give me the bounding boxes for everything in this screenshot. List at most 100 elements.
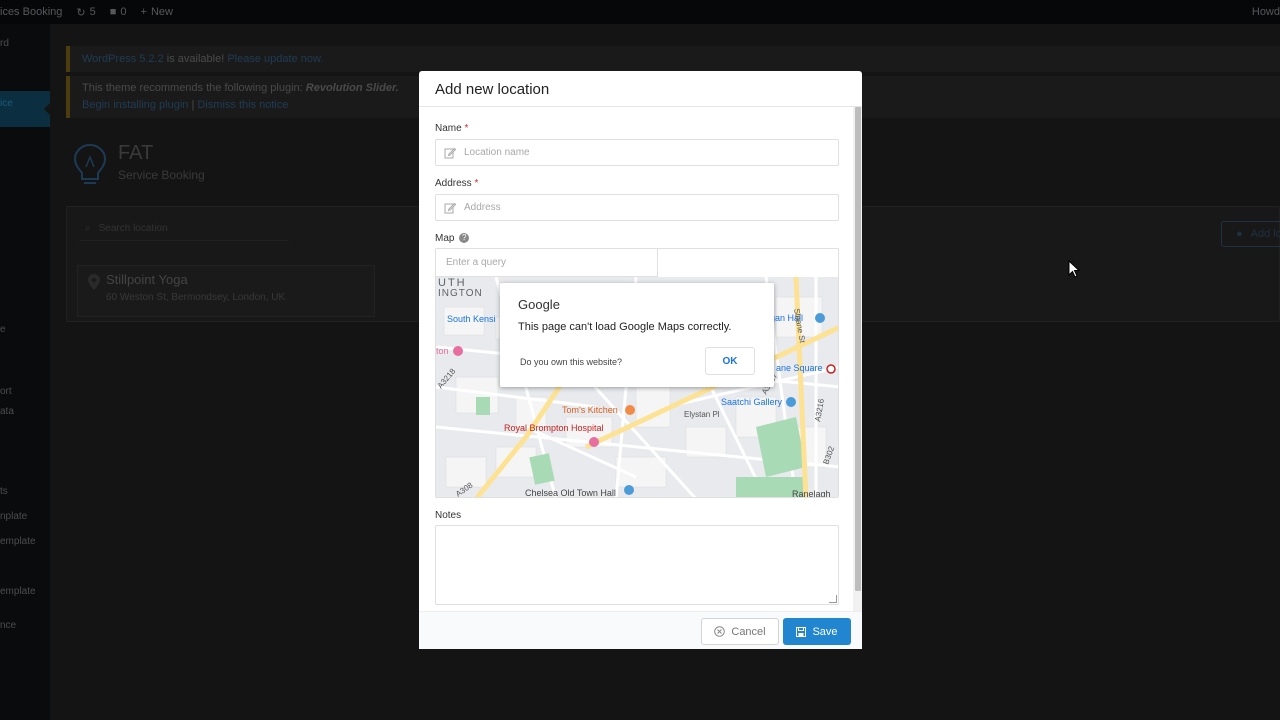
admin-bar: ices Booking ↻ 5 ■ 0 + New Howd: [0, 0, 1280, 24]
pin-icon-royal-brompton[interactable]: [589, 437, 599, 447]
resize-grip-icon[interactable]: [829, 595, 837, 603]
help-icon[interactable]: ?: [459, 233, 470, 244]
user-icon: ●: [1236, 228, 1243, 240]
update-notice: WordPress 5.2.2 is available! Please upd…: [66, 46, 1280, 72]
map-query-placeholder: Enter a query: [446, 257, 507, 268]
map-label-ranelagh: Ranelagh: [792, 489, 831, 498]
sidebar-item-nce[interactable]: nce: [0, 620, 50, 640]
admin-bar-site-name[interactable]: ices Booking: [0, 6, 62, 18]
map-label-text: Map: [435, 233, 455, 244]
comments-count: 0: [120, 6, 127, 18]
search-icon: ⌕: [85, 223, 91, 234]
howdy-label[interactable]: Howd: [1252, 6, 1280, 18]
sidebar-item-template-3[interactable]: emplate: [0, 586, 50, 606]
brand-title: FAT: [118, 142, 154, 164]
fat-logo: FAT Service Booking: [72, 142, 232, 190]
sidebar-item-template-2[interactable]: emplate: [0, 536, 50, 556]
map-widget[interactable]: Enter a query UTH INGTON South Kensi ton…: [435, 248, 839, 498]
map-label-sloane-square: ane Square: [776, 363, 823, 373]
map-label-toms-kitchen: Tom's Kitchen: [562, 405, 618, 415]
sidebar-item-data[interactable]: ata: [0, 406, 50, 426]
name-label: Name *: [435, 123, 468, 134]
cancel-button[interactable]: Cancel: [701, 618, 779, 645]
cancel-label: Cancel: [731, 625, 766, 638]
admin-bar-account[interactable]: Howd: [1252, 0, 1280, 24]
sidebar-item-service[interactable]: ice: [0, 98, 50, 118]
wordpress-version-link[interactable]: WordPress 5.2.2: [82, 53, 164, 65]
lightbulb-icon: [73, 143, 107, 184]
notes-textarea[interactable]: [435, 525, 839, 605]
search-placeholder: Search location: [98, 223, 168, 234]
map-label: Map ?: [435, 233, 470, 244]
location-address: 60 Weston St, Bermondsey, London, UK: [106, 292, 286, 303]
maps-error-message: This page can't load Google Maps correct…: [518, 321, 732, 333]
required-mark: *: [464, 123, 469, 134]
new-label: New: [150, 6, 173, 18]
modal-footer: Cancel Save: [419, 611, 862, 649]
mouse-cursor-icon: [1068, 260, 1080, 278]
add-location-modal: Add new location Name * Location name Ad…: [419, 71, 862, 649]
admin-bar-new[interactable]: + New: [141, 6, 173, 18]
save-icon: [796, 626, 807, 637]
plugin-name: Revolution Slider.: [305, 82, 399, 94]
notes-label: Notes: [435, 510, 462, 521]
comment-icon: ■: [109, 6, 117, 18]
sidebar-item-template-1[interactable]: nplate: [0, 511, 50, 531]
map-query-input[interactable]: Enter a query: [436, 249, 658, 277]
sidebar-item-e[interactable]: e: [0, 324, 50, 344]
modal-header: Add new location: [419, 71, 862, 107]
site-name[interactable]: ices Booking: [0, 6, 62, 18]
refresh-icon: ↻: [76, 6, 86, 19]
admin-bar-updates[interactable]: ↻ 5: [76, 6, 95, 19]
edit-icon: [444, 202, 456, 213]
sidebar-item-dashboard[interactable]: rd: [0, 38, 50, 58]
modal-scrollbar[interactable]: [853, 107, 862, 611]
dismiss-notice-link[interactable]: Dismiss this notice: [197, 99, 288, 111]
map-label-ton: ton: [436, 346, 449, 356]
save-label: Save: [812, 625, 838, 638]
location-card[interactable]: Stillpoint Yoga 60 Weston St, Bermondsey…: [77, 265, 375, 317]
begin-install-link[interactable]: Begin installing plugin: [82, 99, 188, 111]
address-input[interactable]: Address: [435, 194, 839, 221]
address-label: Address *: [435, 178, 478, 189]
tube-icon: [826, 364, 836, 374]
pin-icon-saatchi[interactable]: [786, 397, 796, 407]
updates-count: 5: [89, 6, 96, 18]
pin-icon-chelsea-old-town-hall[interactable]: [624, 485, 634, 495]
map-label-royal-brompton: Royal Brompton Hospital: [504, 423, 604, 433]
save-button[interactable]: Save: [783, 618, 851, 645]
google-maps-error-dialog: Google This page can't load Google Maps …: [500, 283, 774, 387]
address-label-text: Address: [435, 178, 472, 189]
own-website-link[interactable]: Do you own this website?: [520, 357, 622, 367]
pin-icon-cadogan-hall[interactable]: [815, 313, 825, 323]
update-notice-text: is available!: [163, 53, 228, 65]
add-location-button[interactable]: ● Add lo: [1221, 221, 1280, 247]
pin-icon-toms-kitchen[interactable]: [625, 405, 635, 415]
required-mark: *: [474, 178, 479, 189]
modal-title: Add new location: [435, 81, 550, 98]
plus-icon: +: [140, 6, 147, 18]
name-label-text: Name: [435, 123, 462, 134]
map-label-ington: INGTON: [438, 288, 483, 299]
map-label-chelsea-old: Chelsea Old Town Hall: [525, 488, 616, 498]
maps-ok-button[interactable]: OK: [705, 347, 755, 375]
scrollbar-thumb[interactable]: [855, 107, 861, 591]
add-location-label: Add lo: [1250, 228, 1280, 240]
pin-icon-ton[interactable]: [453, 346, 463, 356]
admin-sidebar: rd ice e ort ata ts nplate emplate empla…: [0, 24, 50, 720]
location-name-input[interactable]: Location name: [435, 139, 839, 166]
location-name: Stillpoint Yoga: [106, 272, 188, 287]
sidebar-item-import[interactable]: ort: [0, 386, 50, 406]
location-search-input[interactable]: ⌕ Search location: [79, 217, 289, 241]
edit-icon: [444, 147, 456, 158]
location-name-placeholder: Location name: [464, 147, 530, 158]
map-label-south-kensi: South Kensi: [447, 314, 496, 324]
google-logo: Google: [518, 297, 560, 312]
sidebar-item-ts[interactable]: ts: [0, 486, 50, 506]
map-label-elystan-pl: Elystan Pl: [684, 410, 720, 419]
address-placeholder: Address: [464, 202, 501, 213]
admin-bar-comments[interactable]: ■ 0: [110, 6, 127, 18]
map-pin-icon: [88, 274, 100, 290]
modal-body: Name * Location name Address * Address M…: [419, 107, 862, 611]
update-now-link[interactable]: Please update now.: [227, 53, 323, 65]
